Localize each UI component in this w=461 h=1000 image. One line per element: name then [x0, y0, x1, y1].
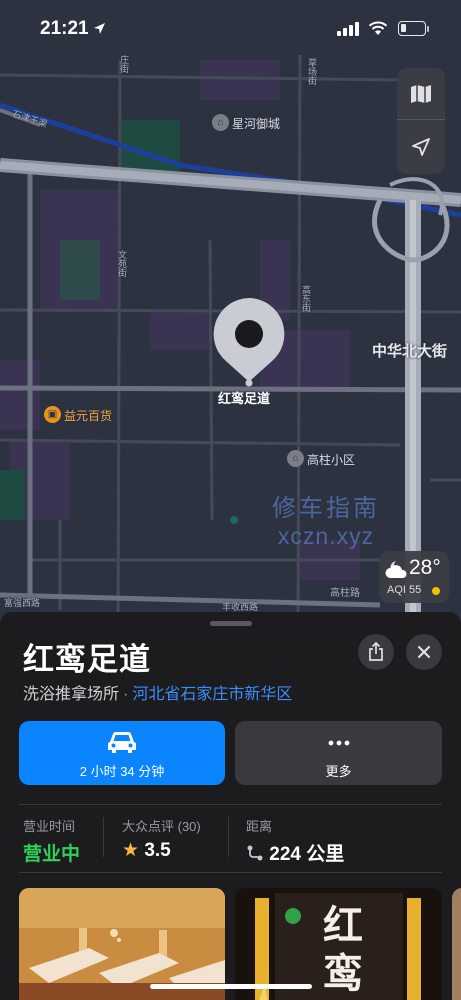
road-label-caoyuan: 草场街 — [307, 58, 317, 85]
status-bar: 21:21 — [0, 0, 461, 50]
place-subtitle: 洗浴推拿场所 · 河北省石家庄市新华区 — [23, 680, 292, 704]
road-label-cangxi: 富强西路 — [4, 598, 41, 608]
more-dots-icon — [328, 740, 349, 746]
battery-tip — [427, 26, 429, 32]
place-address-link[interactable]: 河北省石家庄市新华区 — [132, 686, 292, 703]
watermark-text: 修车指南 — [272, 495, 380, 522]
place-category: 洗浴推拿场所 — [23, 686, 120, 703]
residential-poi-icon[interactable]: ⌂ — [287, 450, 304, 467]
watermark: 修车指南 xczn.xyz — [272, 488, 380, 550]
hours-value: 营业中 — [23, 844, 81, 865]
home-indicator[interactable] — [150, 984, 312, 989]
cell-signal-icon — [337, 22, 359, 36]
watermark-url: xczn.xyz — [277, 523, 375, 549]
weather-widget[interactable]: 28° AQI 55 — [379, 551, 449, 603]
map-controls — [397, 68, 445, 174]
car-icon — [108, 731, 136, 753]
road-label-gaodong: 高东街 — [301, 285, 311, 312]
more-label: 更多 — [325, 764, 352, 779]
subtitle-separator: · — [123, 686, 129, 703]
next-photo-peek[interactable] — [452, 888, 461, 1000]
weather-aqi: AQI 55 — [387, 584, 422, 596]
place-card-sheet[interactable]: 红鸾足道 洗浴推拿场所 · 河北省石家庄市新华区 2 小时 34 分钟 更多 营… — [0, 612, 461, 1000]
divider — [19, 804, 442, 805]
status-time: 21:21 — [40, 18, 89, 39]
more-button[interactable]: 更多 — [235, 721, 442, 785]
road-label-zhuang: 庄街 — [119, 55, 129, 73]
weather-temp: 28° — [409, 556, 441, 579]
hours-header: 营业时间 — [23, 819, 76, 834]
road-label-gaozhu: 高柱路 — [330, 588, 360, 599]
map-icon — [411, 84, 431, 103]
distance-value: 224 公里 — [269, 844, 345, 865]
stat-separator — [103, 817, 104, 857]
place-title: 红鸾足道 — [23, 642, 151, 677]
stat-separator — [228, 817, 229, 857]
map-view[interactable]: 21:21 石津干渠 庄街 草场街 文苑街 高东街 ⌂ 星河御城 中华北大街 ▣… — [0, 0, 461, 640]
shopping-poi-icon[interactable]: ▣ — [44, 406, 61, 423]
share-icon — [369, 642, 383, 661]
share-button[interactable] — [358, 634, 394, 670]
locate-me-button[interactable] — [397, 121, 445, 173]
divider — [19, 872, 442, 873]
poi-label-xinghe[interactable]: 星河御城 — [232, 115, 280, 132]
selected-place-pin[interactable] — [213, 298, 285, 388]
drive-time-label: 2 小时 34 分钟 — [79, 764, 165, 779]
battery-icon — [398, 21, 426, 36]
sheet-grabber[interactable] — [210, 621, 252, 626]
rating-value: 3.5 — [144, 840, 171, 861]
drive-directions-button[interactable]: 2 小时 34 分钟 — [19, 721, 225, 785]
hours-stat[interactable]: 营业时间 营业中 — [23, 816, 80, 866]
road-label-wenyuan: 文苑街 — [117, 250, 127, 277]
star-icon: ★ — [122, 840, 140, 861]
distance-header: 距离 — [246, 819, 273, 834]
residential-poi-icon[interactable]: ⌂ — [212, 114, 229, 131]
aqi-status-dot — [432, 587, 440, 595]
route-icon — [247, 845, 263, 861]
road-label-zhonghua: 中华北大街 — [372, 343, 448, 360]
close-button[interactable] — [406, 634, 442, 670]
wifi-icon — [368, 21, 388, 35]
map-mode-button[interactable] — [397, 68, 445, 120]
partly-cloudy-moon-icon — [385, 561, 407, 578]
pin-label: 红鸾足道 — [218, 391, 271, 406]
poi-label-yiyuan[interactable]: 益元百货 — [64, 407, 112, 424]
location-arrow-icon — [412, 138, 430, 156]
close-icon — [417, 645, 431, 659]
poi-label-gaozhu[interactable]: 高柱小区 — [307, 451, 355, 468]
rating-stat[interactable]: 大众点评 (30) ★ 3.5 — [122, 816, 201, 862]
location-arrow-icon — [94, 23, 105, 34]
sign-text: 红鸾 — [323, 902, 363, 997]
distance-stat: 距离 224 公里 — [246, 816, 344, 866]
rating-header: 大众点评 (30) — [122, 819, 201, 834]
